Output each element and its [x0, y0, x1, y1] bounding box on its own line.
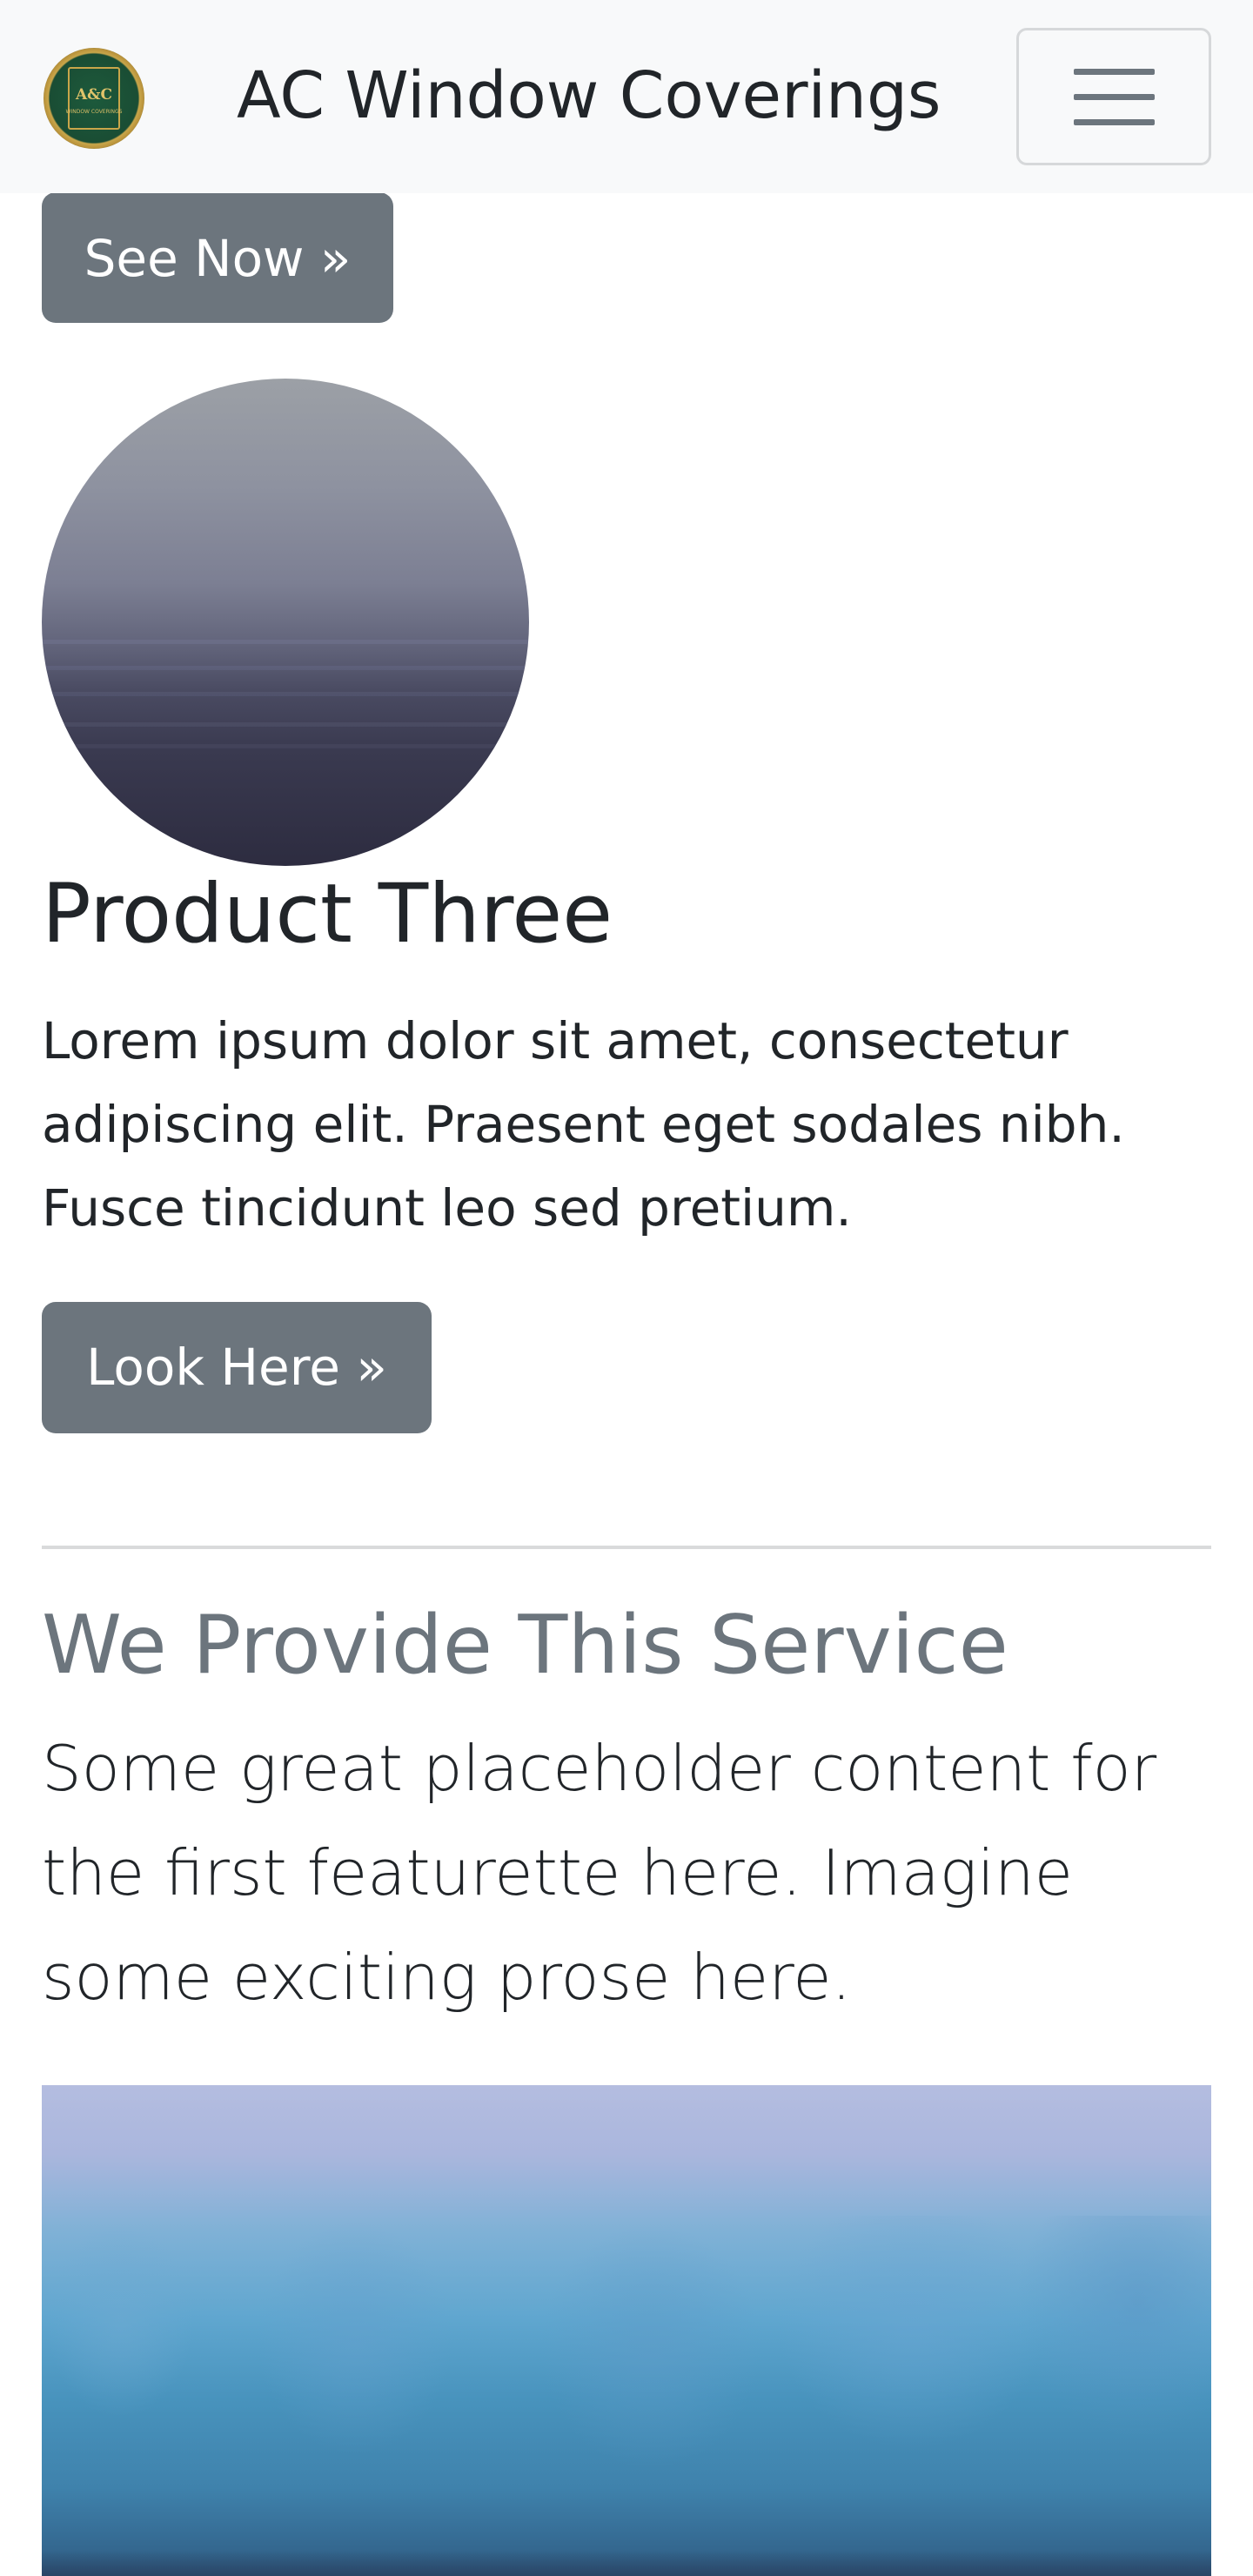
navbar-toggler-button[interactable] [1016, 28, 1211, 165]
featurette-image [42, 2085, 1211, 2576]
featurette-heading: We Provide This Service [42, 1598, 1008, 1692]
featurette-lead: Some great placeholder content for the f… [42, 1732, 1157, 2014]
hamburger-bar-middle [1074, 94, 1155, 100]
hamburger-bar-bottom [1074, 119, 1155, 125]
logo-subtext: WINDOW COVERINGS [65, 109, 123, 115]
product-title: Product Three [42, 867, 613, 962]
page: See Now » Product Three Lorem ipsum dolo… [0, 0, 1253, 2576]
hamburger-menu-icon [1074, 69, 1155, 75]
brand-name[interactable]: AC Window Coverings [237, 56, 941, 136]
look-here-button[interactable]: Look Here » [42, 1302, 432, 1433]
misty-trees [42, 2216, 1211, 2576]
image-ground [42, 2550, 1211, 2576]
see-now-button[interactable]: See Now » [42, 192, 393, 323]
product-description: Lorem ipsum dolor sit amet, consectetur … [42, 1011, 1125, 1238]
logo-text: A&C [75, 86, 113, 104]
navbar: A&C WINDOW COVERINGS AC Window Coverings [0, 0, 1253, 193]
product-three-image [42, 379, 529, 866]
brand-logo[interactable]: A&C WINDOW COVERINGS [44, 48, 144, 149]
featurette-divider [42, 1546, 1211, 1549]
